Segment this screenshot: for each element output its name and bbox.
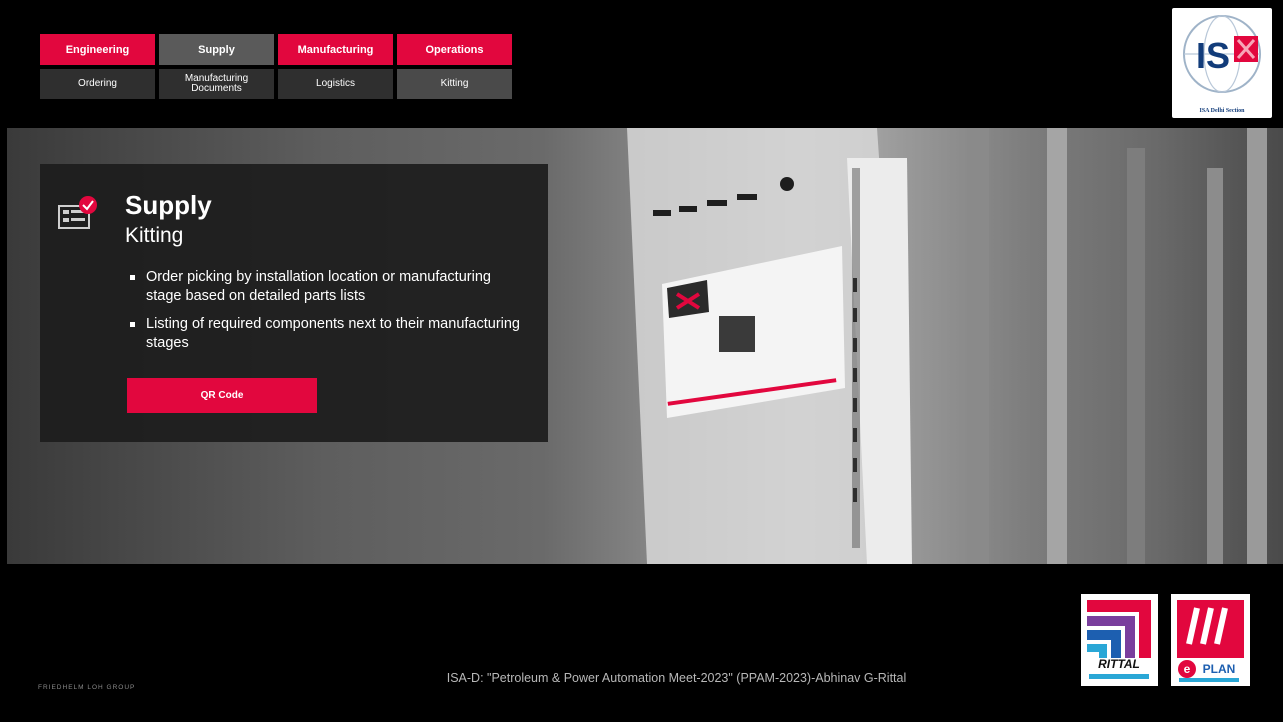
feature-list: Order picking by installation location o… <box>128 268 528 362</box>
isa-globe-icon: IS <box>1183 15 1261 93</box>
primary-nav: Engineering Supply Manufacturing Operati… <box>40 34 512 65</box>
list-item: Listing of required components next to t… <box>128 315 528 353</box>
eplan-logo-icon: e PLAN <box>1171 594 1250 686</box>
rittal-logo: RITTAL <box>1081 594 1158 686</box>
secondary-nav: Ordering Manufacturing Documents Logisti… <box>40 69 512 99</box>
rittal-logo-icon: RITTAL <box>1081 594 1158 686</box>
subtab-manufacturing-documents[interactable]: Manufacturing Documents <box>159 69 274 99</box>
svg-text:e: e <box>1184 662 1191 676</box>
eplan-wordmark: PLAN <box>1203 662 1236 676</box>
eplan-logo: e PLAN <box>1171 594 1250 686</box>
tab-operations[interactable]: Operations <box>397 34 512 65</box>
list-item: Order picking by installation location o… <box>128 268 528 306</box>
svg-text:IS: IS <box>1196 35 1230 76</box>
panel-title: Supply <box>125 190 212 220</box>
slide: Engineering Supply Manufacturing Operati… <box>0 0 1283 722</box>
isa-delhi-logo: IS ISA Delhi Section <box>1172 8 1272 118</box>
tab-engineering[interactable]: Engineering <box>40 34 155 65</box>
panel-subtitle: Kitting <box>125 224 184 247</box>
qr-code-button[interactable]: QR Code <box>127 378 317 413</box>
footer-company: FRIEDHELM LOH GROUP <box>38 684 136 691</box>
subtab-logistics[interactable]: Logistics <box>278 69 393 99</box>
tab-manufacturing[interactable]: Manufacturing <box>278 34 393 65</box>
kitting-checklist-icon <box>58 196 97 229</box>
content-panel: Supply Kitting Order picking by installa… <box>40 164 548 442</box>
hero-image: Supply Kitting Order picking by installa… <box>7 128 1283 564</box>
subtab-ordering[interactable]: Ordering <box>40 69 155 99</box>
isa-caption: ISA Delhi Section <box>1199 108 1245 114</box>
subtab-kitting[interactable]: Kitting <box>397 69 512 99</box>
tab-supply[interactable]: Supply <box>159 34 274 65</box>
rittal-wordmark: RITTAL <box>1098 657 1140 671</box>
